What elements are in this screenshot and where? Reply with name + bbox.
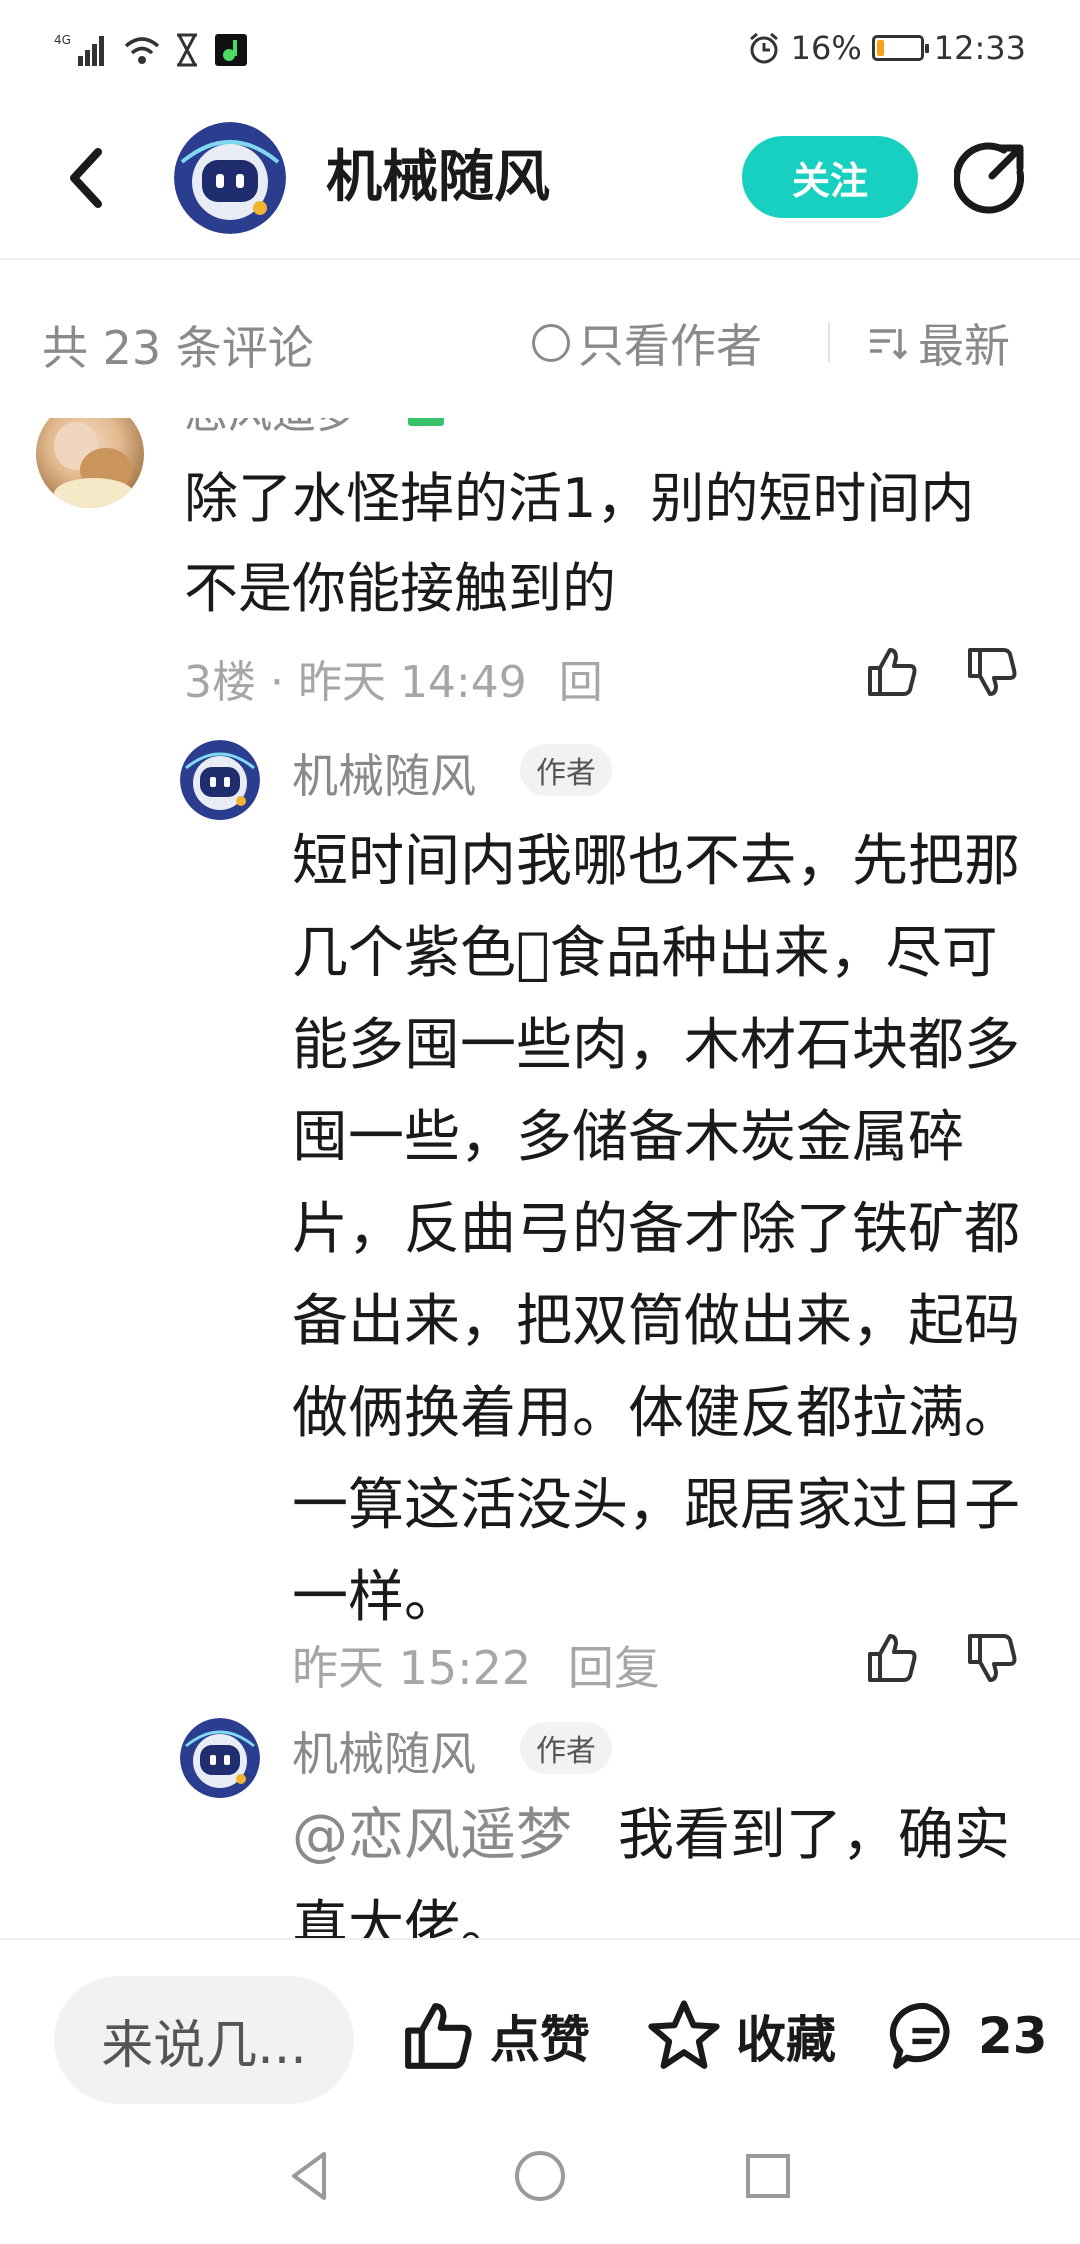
follow-button[interactable]: 关注: [742, 136, 918, 218]
cell-signal-icon: 4G: [54, 33, 104, 66]
share-icon[interactable]: [954, 140, 1030, 216]
thumbs-down-icon[interactable]: [964, 644, 1020, 700]
reply-author-name[interactable]: 机械随风: [292, 1718, 476, 1784]
nav-home-icon[interactable]: [508, 2144, 572, 2208]
author-only-label: 只看作者: [578, 319, 762, 373]
author-avatar[interactable]: [174, 122, 286, 234]
robot-avatar-icon: [174, 122, 286, 234]
reply-link[interactable]: 回: [559, 657, 603, 708]
sort-icon: [870, 329, 908, 360]
system-nav-bar: [0, 2108, 1080, 2244]
author-only-toggle[interactable]: 只看作者: [532, 310, 762, 376]
thumbs-up-icon[interactable]: [864, 644, 920, 700]
robot-avatar-icon: [180, 1718, 260, 1798]
bottom-action-bar: 来说几... 点赞 收藏 23: [0, 1938, 1080, 2108]
status-bar: 4G 16% 12:33: [0, 0, 1080, 96]
clock-time: 12:33: [933, 29, 1026, 67]
comment-meta: 3楼 · 昨天 14:49 回: [184, 646, 603, 710]
author-tag: 作者: [520, 1722, 612, 1774]
status-icons-left: 4G: [54, 30, 248, 70]
svg-text:4G: 4G: [54, 33, 71, 47]
favorite-button[interactable]: 收藏: [646, 1998, 836, 2074]
battery-icon: [871, 35, 929, 61]
reply-author-name[interactable]: 机械随风: [292, 740, 476, 806]
author-tag: 作者: [520, 744, 612, 796]
profile-photo-icon: [54, 422, 134, 508]
chat-bubble-icon: [889, 2002, 950, 2069]
reply-text: @恋风遥梦 我看到了，确实真大佬。: [292, 1790, 1032, 1938]
like-button[interactable]: 点赞: [400, 1998, 590, 2074]
reply-avatar[interactable]: [180, 740, 260, 820]
radio-icon: [532, 324, 570, 362]
nav-back-icon[interactable]: [280, 2144, 344, 2208]
comment-input[interactable]: 来说几...: [54, 1976, 354, 2104]
top-bar: 机械随风 关注: [0, 96, 1080, 260]
app-notification-icon: [215, 34, 247, 66]
battery-level: [876, 40, 885, 56]
reply-time: 昨天 15:22: [292, 1641, 532, 1695]
reply-text: 短时间内我哪也不去，先把那几个紫色 食品种出来，尽可能多囤一些肉，木材石块都多囤…: [292, 829, 1020, 1630]
sort-label: 最新: [918, 319, 1010, 373]
comment-count-button[interactable]: 23: [888, 1998, 1048, 2074]
sort-toggle[interactable]: 最新: [868, 310, 1010, 376]
alarm-icon: [749, 32, 778, 64]
reply-meta: 昨天 15:22 回复: [292, 1632, 660, 1698]
battery-percent: 16%: [790, 29, 862, 67]
divider: [828, 322, 830, 362]
thumbs-up-icon[interactable]: [864, 1630, 920, 1686]
level-badge: [408, 418, 444, 426]
comment-list[interactable]: 恋风遥梦 除了水怪掉的活1，别的短时间内不是你能接触到的 3楼 · 昨天 14:…: [0, 418, 1080, 1938]
robot-avatar-icon: [180, 740, 260, 820]
reply-avatar[interactable]: [180, 1718, 260, 1798]
comment-count: 共 23 条评论: [42, 321, 314, 375]
commenter-avatar[interactable]: [36, 418, 144, 508]
reply-link[interactable]: 回复: [568, 1641, 660, 1695]
comment-floor-time: 3楼 · 昨天 14:49: [184, 657, 527, 708]
comment-count-label: 23: [978, 2007, 1048, 2065]
favorite-label: 收藏: [736, 2011, 836, 2069]
back-arrow-icon[interactable]: [58, 140, 118, 216]
like-label: 点赞: [490, 2011, 590, 2069]
comment-filter-bar: 共 23 条评论 只看作者 最新: [0, 260, 1080, 418]
hourglass-icon: [177, 33, 197, 67]
page-title: 机械随风: [326, 145, 550, 210]
mention-link[interactable]: @恋风遥梦: [292, 1803, 572, 1868]
commenter-name[interactable]: 恋风遥梦: [184, 418, 360, 440]
wifi-icon: [124, 37, 160, 64]
status-icons-right: 16% 12:33: [747, 26, 1026, 70]
thumbs-down-icon[interactable]: [964, 1630, 1020, 1686]
thumbs-up-icon: [405, 2003, 472, 2069]
comment-text: 除了水怪掉的活1，别的短时间内不是你能接触到的: [184, 467, 975, 620]
nav-recents-icon[interactable]: [736, 2144, 800, 2208]
star-icon: [648, 2000, 720, 2069]
